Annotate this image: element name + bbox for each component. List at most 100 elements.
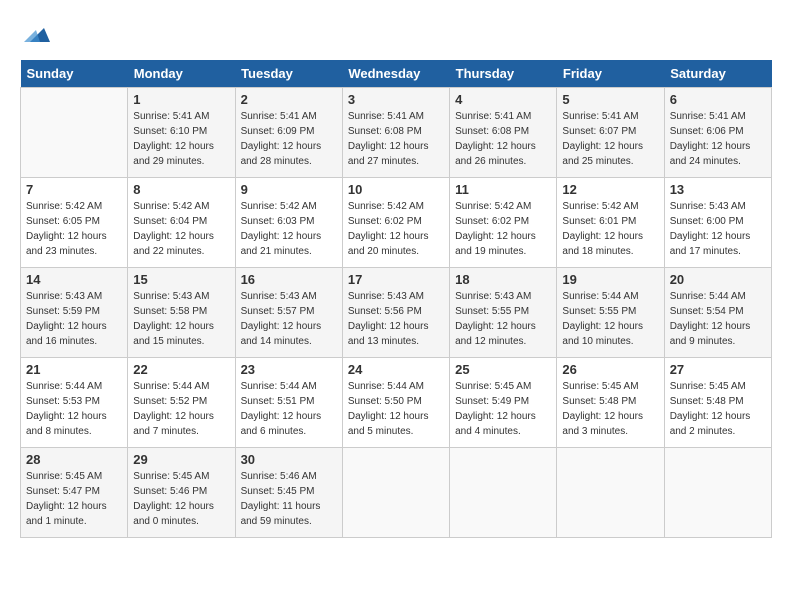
logo: [20, 20, 52, 50]
day-number: 5: [562, 92, 658, 107]
day-cell: 4 Sunrise: 5:41 AM Sunset: 6:08 PM Daylig…: [450, 88, 557, 178]
calendar-body: 1Sunrise: 5:41 AM Sunset: 6:10 PM Daylig…: [21, 88, 772, 538]
day-info: Sunrise: 5:43 AM Sunset: 5:59 PM Dayligh…: [26, 289, 122, 349]
day-number: 12: [562, 182, 658, 197]
day-number: 13: [670, 182, 766, 197]
day-cell: [450, 448, 557, 538]
day-info: Sunrise: 5:45 AM Sunset: 5:48 PM Dayligh…: [670, 379, 766, 439]
day-cell: 18 Sunrise: 5:43 AM Sunset: 5:55 PM Dayli…: [450, 268, 557, 358]
day-cell: 22Sunrise: 5:44 AM Sunset: 5:52 PM Dayli…: [128, 358, 235, 448]
day-info: Sunrise: 5:41 AM Sunset: 6:08 PM Dayligh…: [348, 109, 444, 169]
day-number: 20: [670, 272, 766, 287]
day-info: Sunrise: 5:46 AM Sunset: 5:45 PM Dayligh…: [241, 469, 337, 529]
weekday-header-monday: Monday: [128, 60, 235, 88]
day-cell: 19 Sunrise: 5:44 AM Sunset: 5:55 PM Dayli…: [557, 268, 664, 358]
day-cell: 30 Sunrise: 5:46 AM Sunset: 5:45 PM Dayli…: [235, 448, 342, 538]
day-info: Sunrise: 5:43 AM Sunset: 5:55 PM Dayligh…: [455, 289, 551, 349]
day-number: 30: [241, 452, 337, 467]
day-info: Sunrise: 5:44 AM Sunset: 5:51 PM Dayligh…: [241, 379, 337, 439]
day-cell: 17 Sunrise: 5:43 AM Sunset: 5:56 PM Dayli…: [342, 268, 449, 358]
day-number: 27: [670, 362, 766, 377]
week-row-5: 28 Sunrise: 5:45 AM Sunset: 5:47 PM Dayli…: [21, 448, 772, 538]
day-info: Sunrise: 5:41 AM Sunset: 6:06 PM Dayligh…: [670, 109, 766, 169]
day-number: 8: [133, 182, 229, 197]
day-number: 9: [241, 182, 337, 197]
weekday-header-saturday: Saturday: [664, 60, 771, 88]
day-cell: 21 Sunrise: 5:44 AM Sunset: 5:53 PM Dayli…: [21, 358, 128, 448]
day-number: 25: [455, 362, 551, 377]
calendar-table: SundayMondayTuesdayWednesdayThursdayFrid…: [20, 60, 772, 538]
day-info: Sunrise: 5:41 AM Sunset: 6:08 PM Dayligh…: [455, 109, 551, 169]
day-number: 21: [26, 362, 122, 377]
day-cell: 10Sunrise: 5:42 AM Sunset: 6:02 PM Dayli…: [342, 178, 449, 268]
day-info: Sunrise: 5:41 AM Sunset: 6:09 PM Dayligh…: [241, 109, 337, 169]
day-cell: 8 Sunrise: 5:42 AM Sunset: 6:04 PM Daylig…: [128, 178, 235, 268]
day-cell: 1Sunrise: 5:41 AM Sunset: 6:10 PM Daylig…: [128, 88, 235, 178]
day-number: 16: [241, 272, 337, 287]
day-number: 7: [26, 182, 122, 197]
day-cell: 28 Sunrise: 5:45 AM Sunset: 5:47 PM Dayli…: [21, 448, 128, 538]
week-row-3: 14 Sunrise: 5:43 AM Sunset: 5:59 PM Dayli…: [21, 268, 772, 358]
day-info: Sunrise: 5:43 AM Sunset: 5:57 PM Dayligh…: [241, 289, 337, 349]
logo-icon: [22, 20, 52, 50]
day-number: 18: [455, 272, 551, 287]
day-info: Sunrise: 5:42 AM Sunset: 6:03 PM Dayligh…: [241, 199, 337, 259]
day-cell: 6 Sunrise: 5:41 AM Sunset: 6:06 PM Daylig…: [664, 88, 771, 178]
day-info: Sunrise: 5:42 AM Sunset: 6:05 PM Dayligh…: [26, 199, 122, 259]
day-info: Sunrise: 5:42 AM Sunset: 6:02 PM Dayligh…: [455, 199, 551, 259]
week-row-1: 1Sunrise: 5:41 AM Sunset: 6:10 PM Daylig…: [21, 88, 772, 178]
day-cell: [21, 88, 128, 178]
weekday-header-sunday: Sunday: [21, 60, 128, 88]
day-cell: 20 Sunrise: 5:44 AM Sunset: 5:54 PM Dayli…: [664, 268, 771, 358]
day-info: Sunrise: 5:41 AM Sunset: 6:07 PM Dayligh…: [562, 109, 658, 169]
day-number: 1: [133, 92, 229, 107]
day-cell: 3 Sunrise: 5:41 AM Sunset: 6:08 PM Daylig…: [342, 88, 449, 178]
day-info: Sunrise: 5:44 AM Sunset: 5:55 PM Dayligh…: [562, 289, 658, 349]
day-cell: 14 Sunrise: 5:43 AM Sunset: 5:59 PM Dayli…: [21, 268, 128, 358]
day-number: 14: [26, 272, 122, 287]
day-info: Sunrise: 5:45 AM Sunset: 5:46 PM Dayligh…: [133, 469, 229, 529]
day-number: 3: [348, 92, 444, 107]
day-cell: [557, 448, 664, 538]
day-number: 15: [133, 272, 229, 287]
day-info: Sunrise: 5:42 AM Sunset: 6:04 PM Dayligh…: [133, 199, 229, 259]
day-info: Sunrise: 5:44 AM Sunset: 5:53 PM Dayligh…: [26, 379, 122, 439]
day-number: 6: [670, 92, 766, 107]
day-number: 2: [241, 92, 337, 107]
day-cell: 9 Sunrise: 5:42 AM Sunset: 6:03 PM Daylig…: [235, 178, 342, 268]
day-info: Sunrise: 5:43 AM Sunset: 5:58 PM Dayligh…: [133, 289, 229, 349]
day-info: Sunrise: 5:43 AM Sunset: 6:00 PM Dayligh…: [670, 199, 766, 259]
day-cell: 24 Sunrise: 5:44 AM Sunset: 5:50 PM Dayli…: [342, 358, 449, 448]
day-cell: 16 Sunrise: 5:43 AM Sunset: 5:57 PM Dayli…: [235, 268, 342, 358]
day-number: 23: [241, 362, 337, 377]
weekday-header-friday: Friday: [557, 60, 664, 88]
day-number: 11: [455, 182, 551, 197]
weekday-header-thursday: Thursday: [450, 60, 557, 88]
day-cell: [342, 448, 449, 538]
weekday-header-wednesday: Wednesday: [342, 60, 449, 88]
day-info: Sunrise: 5:45 AM Sunset: 5:47 PM Dayligh…: [26, 469, 122, 529]
day-number: 28: [26, 452, 122, 467]
day-number: 17: [348, 272, 444, 287]
day-number: 24: [348, 362, 444, 377]
day-cell: 27 Sunrise: 5:45 AM Sunset: 5:48 PM Dayli…: [664, 358, 771, 448]
day-number: 10: [348, 182, 444, 197]
day-info: Sunrise: 5:44 AM Sunset: 5:54 PM Dayligh…: [670, 289, 766, 349]
weekday-header-row: SundayMondayTuesdayWednesdayThursdayFrid…: [21, 60, 772, 88]
day-info: Sunrise: 5:44 AM Sunset: 5:50 PM Dayligh…: [348, 379, 444, 439]
day-cell: [664, 448, 771, 538]
day-info: Sunrise: 5:44 AM Sunset: 5:52 PM Dayligh…: [133, 379, 229, 439]
day-number: 19: [562, 272, 658, 287]
day-info: Sunrise: 5:45 AM Sunset: 5:48 PM Dayligh…: [562, 379, 658, 439]
day-cell: 11 Sunrise: 5:42 AM Sunset: 6:02 PM Dayli…: [450, 178, 557, 268]
day-info: Sunrise: 5:42 AM Sunset: 6:01 PM Dayligh…: [562, 199, 658, 259]
day-cell: 7 Sunrise: 5:42 AM Sunset: 6:05 PM Daylig…: [21, 178, 128, 268]
day-cell: 23 Sunrise: 5:44 AM Sunset: 5:51 PM Dayli…: [235, 358, 342, 448]
day-number: 4: [455, 92, 551, 107]
day-cell: 13 Sunrise: 5:43 AM Sunset: 6:00 PM Dayli…: [664, 178, 771, 268]
day-cell: 25Sunrise: 5:45 AM Sunset: 5:49 PM Dayli…: [450, 358, 557, 448]
day-number: 26: [562, 362, 658, 377]
day-info: Sunrise: 5:43 AM Sunset: 5:56 PM Dayligh…: [348, 289, 444, 349]
calendar-header: SundayMondayTuesdayWednesdayThursdayFrid…: [21, 60, 772, 88]
day-cell: 5 Sunrise: 5:41 AM Sunset: 6:07 PM Daylig…: [557, 88, 664, 178]
